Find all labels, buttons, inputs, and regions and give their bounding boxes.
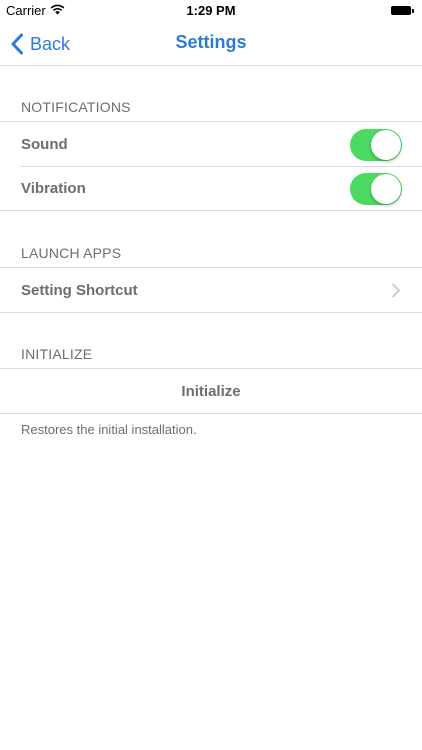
initialize-button[interactable]: Initialize — [0, 369, 422, 413]
vibration-toggle[interactable] — [350, 173, 402, 205]
vibration-row: Vibration — [0, 166, 422, 210]
section-header-notifications: NOTIFICATIONS — [21, 99, 131, 115]
sound-label: Sound — [21, 135, 68, 153]
initialize-footer-note: Restores the initial installation. — [21, 422, 197, 437]
status-bar: Carrier 1:29 PM — [0, 0, 422, 22]
battery-icon — [391, 6, 414, 16]
notifications-group: Sound Vibration — [0, 121, 422, 211]
page-title: Settings — [175, 32, 247, 52]
section-header-initialize: INITIALIZE — [21, 346, 93, 362]
status-time: 1:29 PM — [186, 3, 236, 18]
section-header-launch-apps: LAUNCH APPS — [21, 245, 122, 261]
setting-shortcut-row[interactable]: Setting Shortcut — [0, 268, 422, 312]
sound-toggle[interactable] — [350, 129, 402, 161]
initialize-group: Initialize — [0, 368, 422, 414]
navigation-bar: Back Settings — [0, 22, 422, 66]
setting-shortcut-label: Setting Shortcut — [21, 281, 138, 299]
toggle-knob — [371, 174, 401, 204]
launch-apps-group: Setting Shortcut — [0, 267, 422, 313]
toggle-knob — [371, 130, 401, 160]
initialize-button-label: Initialize — [181, 382, 241, 400]
sound-row: Sound — [0, 122, 422, 166]
chevron-right-icon — [392, 283, 400, 298]
vibration-label: Vibration — [21, 179, 86, 197]
